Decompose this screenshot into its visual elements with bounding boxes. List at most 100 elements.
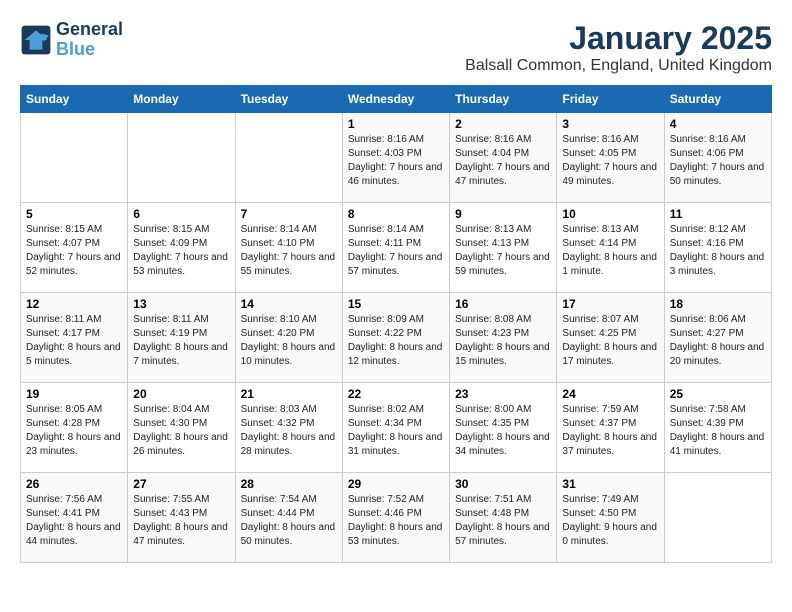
day-number: 15 <box>348 297 444 311</box>
day-number: 17 <box>562 297 658 311</box>
calendar-cell: 8 Sunrise: 8:14 AM Sunset: 4:11 PM Daylig… <box>342 203 449 293</box>
calendar-cell: 9 Sunrise: 8:13 AM Sunset: 4:13 PM Daylig… <box>450 203 557 293</box>
calendar-cell: 4 Sunrise: 8:16 AM Sunset: 4:06 PM Daylig… <box>664 113 771 203</box>
day-info: Sunrise: 8:02 AM Sunset: 4:34 PM Dayligh… <box>348 403 444 459</box>
day-info: Sunrise: 8:16 AM Sunset: 4:05 PM Dayligh… <box>562 133 658 189</box>
calendar-cell: 20 Sunrise: 8:04 AM Sunset: 4:30 PM Dayli… <box>128 383 235 473</box>
day-number: 18 <box>670 297 766 311</box>
calendar-table: SundayMondayTuesdayWednesdayThursdayFrid… <box>20 85 772 563</box>
day-number: 9 <box>455 207 551 221</box>
day-info: Sunrise: 8:11 AM Sunset: 4:17 PM Dayligh… <box>26 313 122 369</box>
day-number: 4 <box>670 117 766 131</box>
calendar-cell: 19 Sunrise: 8:05 AM Sunset: 4:28 PM Dayli… <box>21 383 128 473</box>
calendar-cell: 6 Sunrise: 8:15 AM Sunset: 4:09 PM Daylig… <box>128 203 235 293</box>
day-number: 11 <box>670 207 766 221</box>
day-number: 19 <box>26 387 122 401</box>
week-row-3: 12 Sunrise: 8:11 AM Sunset: 4:17 PM Dayli… <box>21 293 772 383</box>
day-info: Sunrise: 8:10 AM Sunset: 4:20 PM Dayligh… <box>241 313 337 369</box>
day-info: Sunrise: 7:51 AM Sunset: 4:48 PM Dayligh… <box>455 493 551 549</box>
day-number: 13 <box>133 297 229 311</box>
day-number: 25 <box>670 387 766 401</box>
day-info: Sunrise: 8:16 AM Sunset: 4:06 PM Dayligh… <box>670 133 766 189</box>
weekday-header-sunday: Sunday <box>21 86 128 113</box>
calendar-cell: 2 Sunrise: 8:16 AM Sunset: 4:04 PM Daylig… <box>450 113 557 203</box>
week-row-1: 1 Sunrise: 8:16 AM Sunset: 4:03 PM Daylig… <box>21 113 772 203</box>
day-info: Sunrise: 8:16 AM Sunset: 4:04 PM Dayligh… <box>455 133 551 189</box>
calendar-cell: 21 Sunrise: 8:03 AM Sunset: 4:32 PM Dayli… <box>235 383 342 473</box>
day-number: 16 <box>455 297 551 311</box>
calendar-cell: 15 Sunrise: 8:09 AM Sunset: 4:22 PM Dayli… <box>342 293 449 383</box>
calendar-cell: 18 Sunrise: 8:06 AM Sunset: 4:27 PM Dayli… <box>664 293 771 383</box>
day-info: Sunrise: 7:59 AM Sunset: 4:37 PM Dayligh… <box>562 403 658 459</box>
weekday-header-row: SundayMondayTuesdayWednesdayThursdayFrid… <box>21 86 772 113</box>
day-info: Sunrise: 8:04 AM Sunset: 4:30 PM Dayligh… <box>133 403 229 459</box>
day-info: Sunrise: 8:14 AM Sunset: 4:11 PM Dayligh… <box>348 223 444 279</box>
day-info: Sunrise: 8:07 AM Sunset: 4:25 PM Dayligh… <box>562 313 658 369</box>
day-number: 24 <box>562 387 658 401</box>
calendar-cell: 3Sunrise: 8:16 AM Sunset: 4:05 PM Daylig… <box>557 113 664 203</box>
calendar-cell: 7 Sunrise: 8:14 AM Sunset: 4:10 PM Daylig… <box>235 203 342 293</box>
day-number: 20 <box>133 387 229 401</box>
calendar-cell: 28Sunrise: 7:54 AM Sunset: 4:44 PM Dayli… <box>235 473 342 563</box>
calendar-cell <box>128 113 235 203</box>
calendar-cell <box>21 113 128 203</box>
calendar-cell: 12 Sunrise: 8:11 AM Sunset: 4:17 PM Dayli… <box>21 293 128 383</box>
day-info: Sunrise: 8:03 AM Sunset: 4:32 PM Dayligh… <box>241 403 337 459</box>
calendar-title: January 2025 <box>465 20 772 57</box>
day-number: 30 <box>455 477 551 491</box>
calendar-cell: 14 Sunrise: 8:10 AM Sunset: 4:20 PM Dayli… <box>235 293 342 383</box>
week-row-5: 26 Sunrise: 7:56 AM Sunset: 4:41 PM Dayli… <box>21 473 772 563</box>
day-number: 26 <box>26 477 122 491</box>
week-row-2: 5 Sunrise: 8:15 AM Sunset: 4:07 PM Daylig… <box>21 203 772 293</box>
calendar-cell <box>664 473 771 563</box>
day-info: Sunrise: 7:49 AM Sunset: 4:50 PM Dayligh… <box>562 493 658 549</box>
day-number: 8 <box>348 207 444 221</box>
day-number: 6 <box>133 207 229 221</box>
page-header: General Blue January 2025 Balsall Common… <box>20 20 772 75</box>
calendar-cell <box>235 113 342 203</box>
day-number: 29 <box>348 477 444 491</box>
logo-text: General Blue <box>56 20 123 60</box>
day-info: Sunrise: 8:08 AM Sunset: 4:23 PM Dayligh… <box>455 313 551 369</box>
day-info: Sunrise: 8:09 AM Sunset: 4:22 PM Dayligh… <box>348 313 444 369</box>
day-info: Sunrise: 8:13 AM Sunset: 4:14 PM Dayligh… <box>562 223 658 279</box>
day-info: Sunrise: 8:00 AM Sunset: 4:35 PM Dayligh… <box>455 403 551 459</box>
day-number: 2 <box>455 117 551 131</box>
day-number: 23 <box>455 387 551 401</box>
day-number: 12 <box>26 297 122 311</box>
calendar-cell: 5 Sunrise: 8:15 AM Sunset: 4:07 PM Daylig… <box>21 203 128 293</box>
calendar-cell: 25Sunrise: 7:58 AM Sunset: 4:39 PM Dayli… <box>664 383 771 473</box>
day-info: Sunrise: 8:05 AM Sunset: 4:28 PM Dayligh… <box>26 403 122 459</box>
calendar-cell: 31Sunrise: 7:49 AM Sunset: 4:50 PM Dayli… <box>557 473 664 563</box>
day-number: 27 <box>133 477 229 491</box>
calendar-cell: 16 Sunrise: 8:08 AM Sunset: 4:23 PM Dayli… <box>450 293 557 383</box>
day-info: Sunrise: 7:56 AM Sunset: 4:41 PM Dayligh… <box>26 493 122 549</box>
calendar-cell: 27Sunrise: 7:55 AM Sunset: 4:43 PM Dayli… <box>128 473 235 563</box>
day-number: 28 <box>241 477 337 491</box>
day-number: 21 <box>241 387 337 401</box>
day-info: Sunrise: 8:15 AM Sunset: 4:07 PM Dayligh… <box>26 223 122 279</box>
day-info: Sunrise: 7:52 AM Sunset: 4:46 PM Dayligh… <box>348 493 444 549</box>
logo-icon <box>20 24 52 56</box>
day-number: 5 <box>26 207 122 221</box>
week-row-4: 19 Sunrise: 8:05 AM Sunset: 4:28 PM Dayli… <box>21 383 772 473</box>
day-number: 1 <box>348 117 444 131</box>
weekday-header-wednesday: Wednesday <box>342 86 449 113</box>
calendar-cell: 17 Sunrise: 8:07 AM Sunset: 4:25 PM Dayli… <box>557 293 664 383</box>
weekday-header-tuesday: Tuesday <box>235 86 342 113</box>
day-info: Sunrise: 8:13 AM Sunset: 4:13 PM Dayligh… <box>455 223 551 279</box>
day-number: 14 <box>241 297 337 311</box>
day-info: Sunrise: 8:14 AM Sunset: 4:10 PM Dayligh… <box>241 223 337 279</box>
calendar-cell: 13Sunrise: 8:11 AM Sunset: 4:19 PM Dayli… <box>128 293 235 383</box>
day-info: Sunrise: 8:15 AM Sunset: 4:09 PM Dayligh… <box>133 223 229 279</box>
weekday-header-monday: Monday <box>128 86 235 113</box>
calendar-cell: 22 Sunrise: 8:02 AM Sunset: 4:34 PM Dayli… <box>342 383 449 473</box>
calendar-subtitle: Balsall Common, England, United Kingdom <box>465 57 772 75</box>
day-number: 7 <box>241 207 337 221</box>
day-info: Sunrise: 8:16 AM Sunset: 4:03 PM Dayligh… <box>348 133 444 189</box>
calendar-cell: 29 Sunrise: 7:52 AM Sunset: 4:46 PM Dayli… <box>342 473 449 563</box>
calendar-cell: 24 Sunrise: 7:59 AM Sunset: 4:37 PM Dayli… <box>557 383 664 473</box>
calendar-cell: 10Sunrise: 8:13 AM Sunset: 4:14 PM Dayli… <box>557 203 664 293</box>
day-info: Sunrise: 8:06 AM Sunset: 4:27 PM Dayligh… <box>670 313 766 369</box>
day-number: 22 <box>348 387 444 401</box>
